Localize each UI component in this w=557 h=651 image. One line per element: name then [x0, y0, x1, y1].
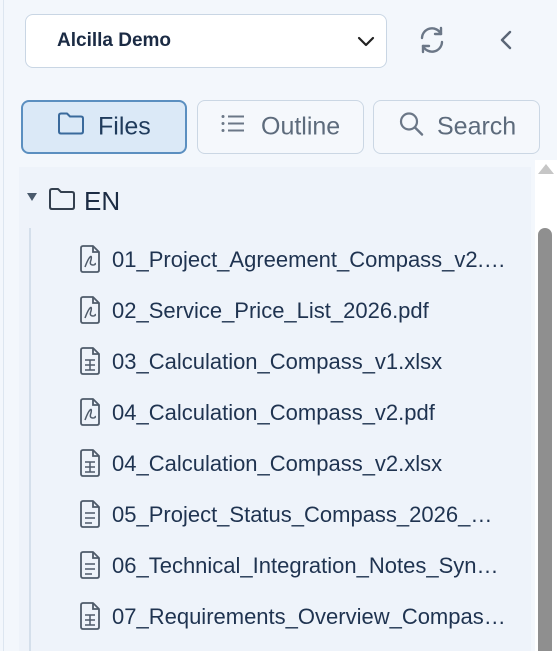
tree-guide-line — [29, 228, 31, 651]
search-icon — [398, 111, 424, 144]
folder-name: EN — [84, 186, 121, 216]
scroll-up-arrow-icon[interactable] — [538, 164, 554, 174]
pdf-file-icon — [79, 398, 101, 431]
expand-caret-icon[interactable] — [27, 193, 37, 201]
spreadsheet-file-icon — [79, 602, 101, 635]
file-item[interactable]: 02_Service_Price_List_2026.pdf — [79, 290, 519, 330]
workspace-select[interactable]: Alcilla Demo — [25, 14, 387, 68]
tab-search-label: Search — [437, 112, 517, 141]
sidebar-panel: Alcilla Demo Files Outline Search EN 01_… — [0, 0, 557, 651]
file-tree: EN 01_Project_Agreement_Compass_v2.pdf 0… — [19, 167, 531, 651]
file-item[interactable]: 01_Project_Agreement_Compass_v2.pdf — [79, 239, 519, 279]
tab-search[interactable]: Search — [373, 100, 540, 154]
chevron-left-icon — [495, 28, 519, 57]
file-item[interactable]: 05_Project_Status_Compass_2026_Q1.docx — [79, 494, 519, 534]
folder-icon — [57, 112, 85, 143]
file-name: 03_Calculation_Compass_v1.xlsx — [112, 349, 443, 374]
folder-icon — [48, 187, 76, 216]
file-name: 04_Calculation_Compass_v2.pdf — [112, 400, 435, 425]
tree-folder-en[interactable]: EN — [19, 180, 319, 220]
tab-files-label: Files — [98, 112, 151, 141]
panel-divider — [3, 0, 4, 651]
chevron-down-icon — [356, 31, 376, 51]
tab-files[interactable]: Files — [21, 100, 187, 154]
file-name: 06_Technical_Integration_Notes_Sync.docx — [112, 553, 508, 578]
file-item[interactable]: 07_Requirements_Overview_Compass.xlsx — [79, 596, 519, 636]
collapse-sidebar-button[interactable] — [487, 22, 527, 62]
pdf-file-icon — [79, 296, 101, 329]
text-file-icon — [79, 500, 101, 533]
file-name: 04_Calculation_Compass_v2.xlsx — [112, 451, 443, 476]
tab-outline-label: Outline — [261, 112, 341, 141]
workspace-select-value: Alcilla Demo — [57, 30, 172, 51]
file-item[interactable]: 03_Calculation_Compass_v1.xlsx — [79, 341, 519, 381]
file-name: 07_Requirements_Overview_Compass.xlsx — [112, 604, 508, 629]
file-item[interactable]: 04_Calculation_Compass_v2.pdf — [79, 392, 519, 432]
spreadsheet-file-icon — [79, 449, 101, 482]
refresh-icon — [416, 24, 448, 61]
file-item[interactable]: 06_Technical_Integration_Notes_Sync.docx — [79, 545, 519, 585]
file-name: 02_Service_Price_List_2026.pdf — [112, 298, 429, 323]
spreadsheet-file-icon — [79, 347, 101, 380]
pdf-file-icon — [79, 245, 101, 278]
file-item[interactable]: 04_Calculation_Compass_v2.xlsx — [79, 443, 519, 483]
scrollbar-thumb[interactable] — [538, 228, 552, 651]
tab-outline[interactable]: Outline — [197, 100, 364, 154]
file-name: 05_Project_Status_Compass_2026_Q1.docx — [112, 502, 508, 527]
file-name: 01_Project_Agreement_Compass_v2.pdf — [112, 247, 508, 272]
text-file-icon — [79, 551, 101, 584]
refresh-button[interactable] — [412, 22, 452, 62]
list-icon — [220, 113, 246, 142]
